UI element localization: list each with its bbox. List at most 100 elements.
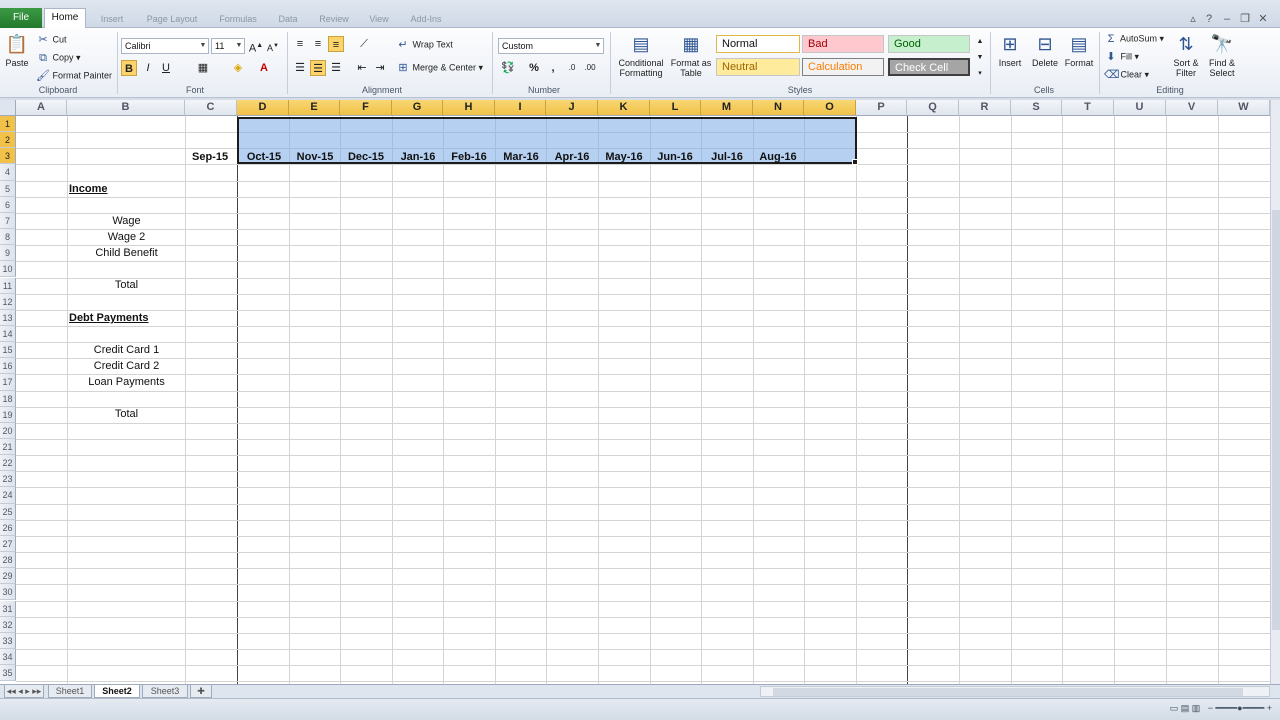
row-header-15[interactable]: 15 — [0, 342, 16, 359]
cell-h3[interactable]: Feb-16 — [444, 151, 494, 163]
debt-heading[interactable]: Debt Payments — [69, 312, 148, 324]
income-wage-2[interactable]: Wage 2 — [68, 231, 185, 243]
row-header-33[interactable]: 33 — [0, 632, 16, 649]
row-header-35[interactable]: 35 — [0, 665, 16, 682]
row-header-28[interactable]: 28 — [0, 552, 16, 569]
insert-sheet-icon[interactable]: ✚ — [190, 685, 212, 698]
tab-home[interactable]: Home — [44, 8, 86, 29]
currency-button[interactable]: 💱 — [500, 60, 516, 76]
align-middle-button[interactable]: ≡ — [310, 36, 326, 52]
column-header-e[interactable]: E — [289, 100, 340, 116]
row-header-2[interactable]: 2 — [0, 132, 16, 149]
cell-d3[interactable]: Oct-15 — [239, 151, 289, 163]
column-header-f[interactable]: F — [340, 100, 392, 116]
bold-button[interactable]: B — [121, 60, 137, 76]
window-minimize-icon[interactable]: – — [1220, 12, 1234, 26]
styles-scroll-down-icon[interactable]: ▼ — [972, 50, 988, 66]
tab-sheet1[interactable]: Sheet1 — [48, 685, 92, 698]
shrink-font-button[interactable]: A▼ — [265, 38, 281, 54]
cell-k3[interactable]: May-16 — [599, 151, 649, 163]
row-header-29[interactable]: 29 — [0, 568, 16, 585]
debt-credit-card-1[interactable]: Credit Card 1 — [68, 344, 185, 356]
tab-file[interactable]: File — [0, 8, 42, 28]
income-child-benefit[interactable]: Child Benefit — [68, 247, 185, 259]
row-header-25[interactable]: 25 — [0, 503, 16, 520]
increase-indent-button[interactable]: ⇥ — [372, 60, 388, 76]
borders-button[interactable]: ▦ — [195, 60, 211, 76]
cell-n3[interactable]: Aug-16 — [753, 151, 803, 163]
paste-button[interactable]: 📋 Paste — [2, 32, 32, 68]
row-header-20[interactable]: 20 — [0, 422, 16, 439]
column-header-t[interactable]: T — [1062, 100, 1114, 116]
row-header-5[interactable]: 5 — [0, 180, 16, 197]
column-header-d[interactable]: D — [237, 100, 289, 116]
cell-j3[interactable]: Apr-16 — [547, 151, 597, 163]
column-header-v[interactable]: V — [1166, 100, 1218, 116]
orientation-button[interactable]: ⟋ — [356, 36, 372, 52]
column-header-q[interactable]: Q — [907, 100, 959, 116]
row-header-4[interactable]: 4 — [0, 164, 16, 181]
row-header-12[interactable]: 12 — [0, 293, 16, 310]
insert-cells-button[interactable]: ⊞ Insert — [994, 32, 1026, 68]
column-header-j[interactable]: J — [546, 100, 598, 116]
sort-filter-button[interactable]: ⇅ Sort & Filter — [1168, 32, 1204, 78]
font-name-combo[interactable]: Calibri ▼ — [121, 38, 209, 54]
align-center-button[interactable]: ☰ — [310, 60, 326, 76]
clear-button[interactable]: ⌫ Clear ▾ — [1104, 68, 1149, 82]
font-size-combo[interactable]: 11 ▼ — [211, 38, 245, 54]
column-header-n[interactable]: N — [753, 100, 804, 116]
window-close-icon[interactable]: ✕ — [1256, 12, 1270, 26]
row-header-6[interactable]: 6 — [0, 196, 16, 213]
row-header-16[interactable]: 16 — [0, 358, 16, 375]
select-all-corner[interactable] — [0, 100, 16, 116]
percent-button[interactable]: % — [526, 60, 542, 76]
delete-cells-button[interactable]: ⊟ Delete — [1028, 32, 1062, 68]
conditional-formatting-button[interactable]: ▤ Conditional Formatting — [613, 32, 669, 78]
fill-color-button[interactable]: ◈ — [230, 60, 246, 76]
format-cells-button[interactable]: ▤ Format — [1062, 32, 1096, 68]
horizontal-scrollbar[interactable] — [760, 686, 1270, 697]
merge-center-button[interactable]: ⊞ Merge & Center ▾ — [396, 61, 483, 75]
wrap-text-button[interactable]: ↵ Wrap Text — [396, 38, 452, 52]
row-header-27[interactable]: 27 — [0, 535, 16, 553]
worksheet-grid[interactable] — [16, 116, 1271, 684]
tab-sheet2[interactable]: Sheet2 — [94, 685, 140, 698]
copy-button[interactable]: ⧉ Copy ▾ — [36, 51, 81, 65]
fill-handle[interactable] — [852, 159, 858, 165]
row-header-31[interactable]: 31 — [0, 600, 16, 617]
number-format-combo[interactable]: Custom ▼ — [498, 38, 604, 54]
row-header-9[interactable]: 9 — [0, 245, 16, 262]
grow-font-button[interactable]: A▲ — [248, 38, 264, 55]
tab-page-layout[interactable]: Page Layout — [140, 10, 204, 28]
align-left-button[interactable]: ☰ — [292, 60, 308, 76]
increase-decimal-button[interactable]: .0 — [564, 60, 580, 76]
style-check-cell[interactable]: Check Cell — [888, 58, 970, 76]
row-header-22[interactable]: 22 — [0, 455, 16, 472]
debt-total[interactable]: Total — [68, 408, 185, 420]
income-heading[interactable]: Income — [69, 183, 108, 195]
row-header-3[interactable]: 3 — [0, 148, 16, 165]
decrease-indent-button[interactable]: ⇤ — [354, 60, 370, 76]
align-bottom-button[interactable]: ≡ — [328, 36, 344, 52]
help-icon[interactable]: ? — [1202, 12, 1216, 26]
italic-button[interactable]: I — [140, 60, 156, 76]
row-header-19[interactable]: 19 — [0, 406, 16, 423]
row-header-34[interactable]: 34 — [0, 648, 16, 666]
row-header-17[interactable]: 17 — [0, 374, 16, 391]
column-header-r[interactable]: R — [959, 100, 1011, 116]
fill-button[interactable]: ⬇ Fill ▾ — [1104, 50, 1139, 64]
column-header-g[interactable]: G — [392, 100, 443, 116]
debt-loan-payments[interactable]: Loan Payments — [68, 376, 185, 388]
column-header-i[interactable]: I — [495, 100, 546, 116]
row-header-14[interactable]: 14 — [0, 325, 16, 343]
tab-insert[interactable]: Insert — [90, 10, 134, 28]
tab-data[interactable]: Data — [270, 10, 306, 28]
income-wage[interactable]: Wage — [68, 215, 185, 227]
column-header-l[interactable]: L — [650, 100, 701, 116]
row-header-24[interactable]: 24 — [0, 487, 16, 504]
column-header-h[interactable]: H — [443, 100, 495, 116]
tab-sheet3[interactable]: Sheet3 — [142, 685, 188, 698]
font-color-button[interactable]: A — [256, 60, 272, 76]
row-header-18[interactable]: 18 — [0, 390, 16, 407]
style-bad[interactable]: Bad — [802, 35, 884, 53]
